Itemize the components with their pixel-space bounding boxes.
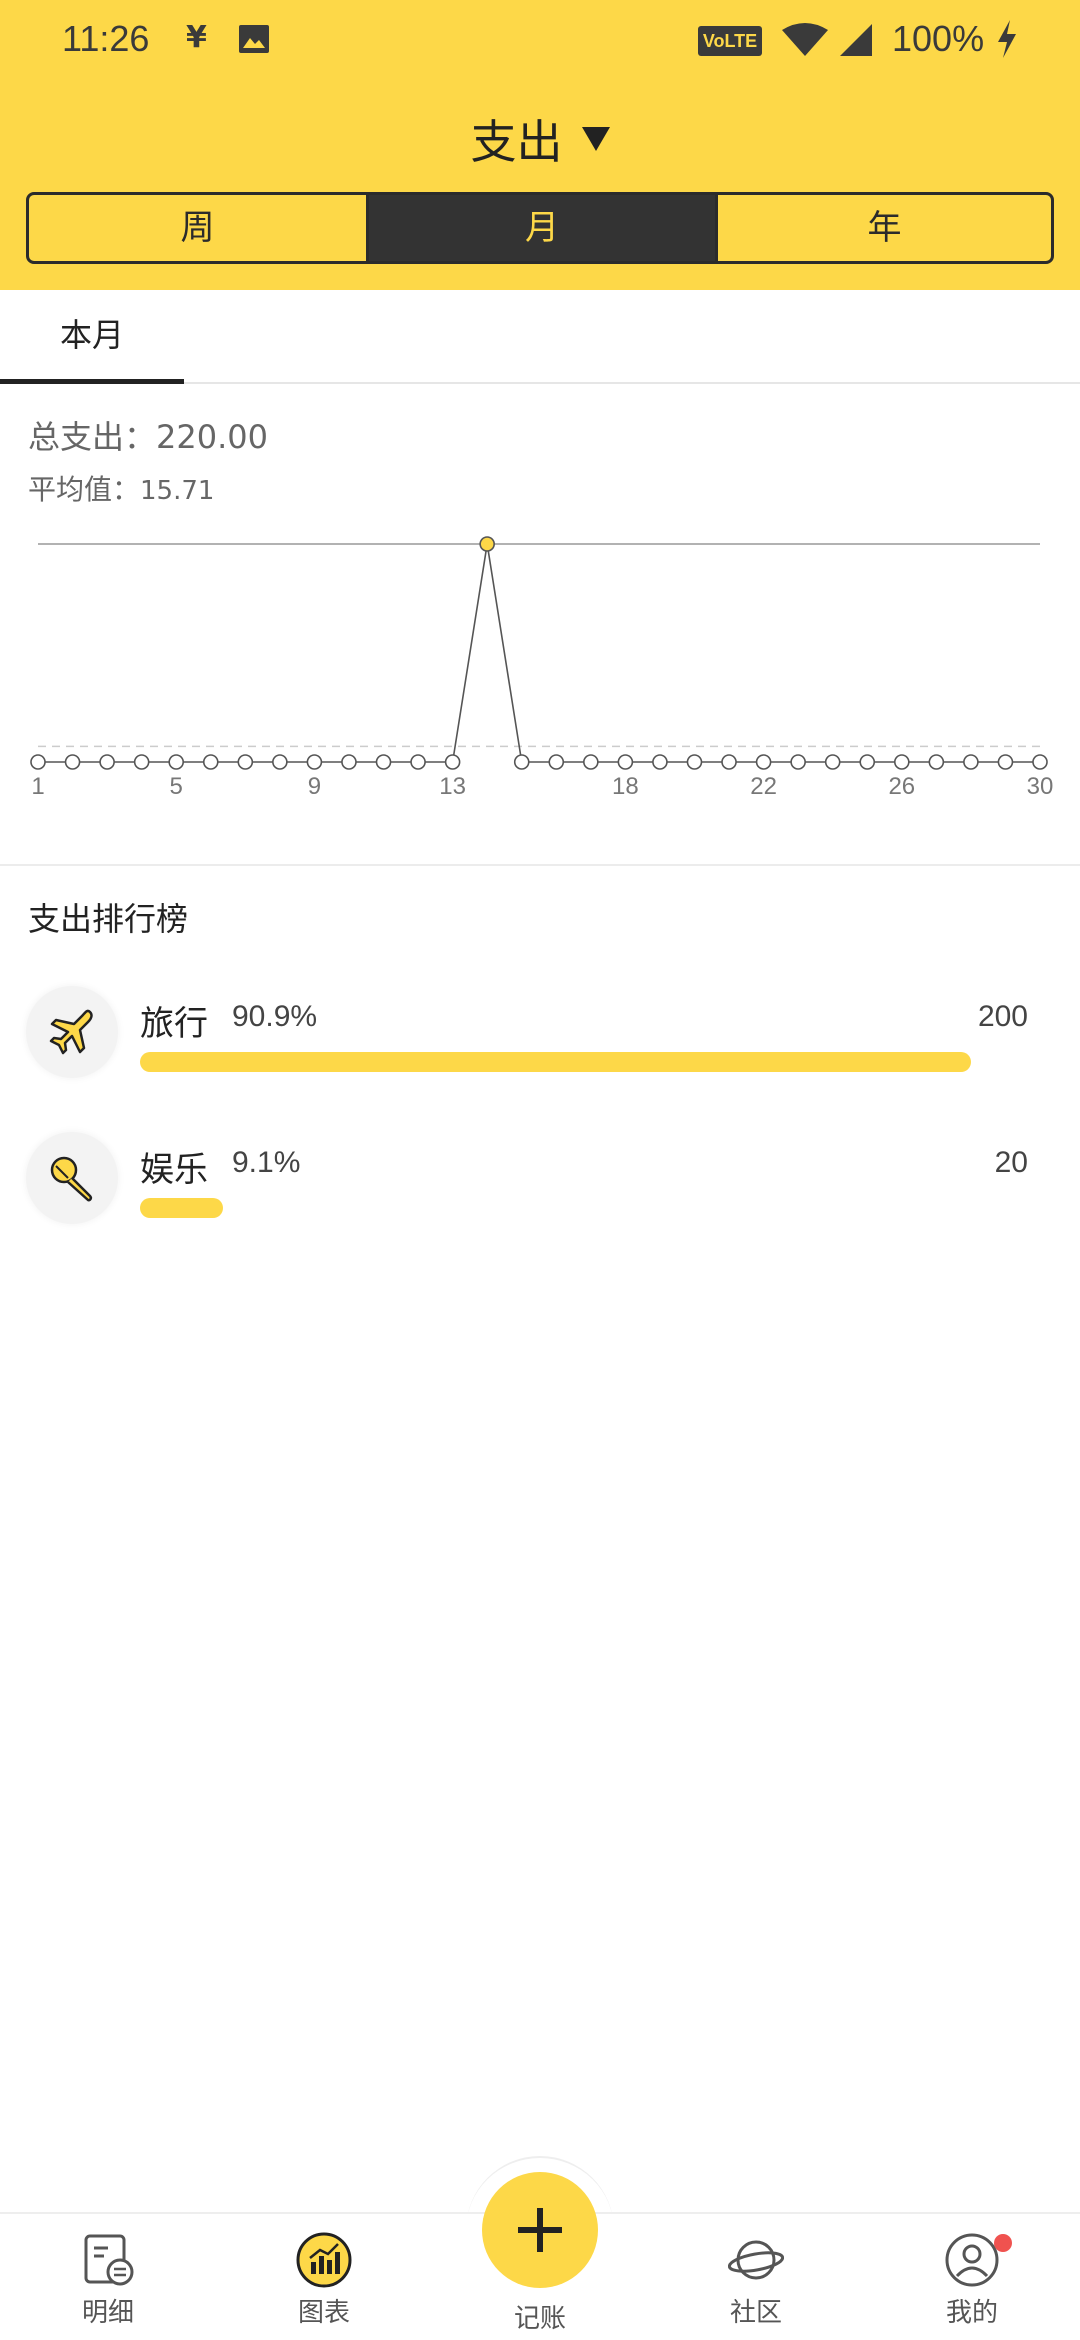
details-icon [84, 2234, 134, 2286]
add-record-label: 记账 [513, 2304, 566, 2334]
data-point [64, 754, 81, 770]
data-point [548, 754, 565, 770]
nav-community[interactable]: 社区 [696, 2232, 816, 2340]
period-tabs: 本月 [0, 290, 1080, 384]
data-point [237, 754, 254, 770]
data-point [272, 754, 288, 770]
ranking-bar [140, 1052, 971, 1072]
ranking-bar-track [140, 1198, 1054, 1218]
ranking-item-percent: 90.9% [232, 1000, 318, 1033]
segment-month[interactable]: 月 [369, 195, 715, 261]
image-icon [239, 25, 269, 53]
data-point [824, 754, 841, 770]
microphone-icon [26, 1132, 118, 1224]
data-point [341, 754, 357, 770]
segment-year[interactable]: 年 [715, 195, 1051, 261]
data-point [168, 754, 185, 770]
data-point [686, 754, 703, 770]
data-point [859, 754, 876, 770]
ranking-bar [140, 1198, 224, 1218]
planet-icon [728, 2240, 784, 2280]
add-record-button[interactable] [482, 2172, 598, 2288]
ranking-item-percent: 9.1% [232, 1146, 301, 1179]
nav-charts[interactable]: 图表 [264, 2232, 384, 2340]
airplane-icon [26, 986, 118, 1078]
ranking-item-travel[interactable]: 旅行 90.9% 200 [0, 986, 1080, 1106]
yen-icon: ¥ [186, 20, 207, 55]
data-point [513, 754, 530, 770]
x-tick-label: 13 [439, 773, 466, 800]
caret-down-icon[interactable] [581, 127, 610, 151]
charging-icon [998, 20, 1016, 58]
profile-icon [945, 2233, 999, 2287]
data-point [133, 754, 150, 770]
data-point [444, 754, 461, 770]
segment-week[interactable]: 周 [29, 195, 369, 261]
signal-icon [840, 24, 872, 56]
notification-dot [994, 2234, 1012, 2252]
ranking-item-entertainment[interactable]: 娱乐 9.1% 20 [0, 1132, 1080, 1252]
data-point [30, 754, 46, 770]
nav-details-label: 明细 [81, 2298, 134, 2328]
data-point [306, 754, 323, 770]
data-point [755, 754, 772, 770]
data-point [583, 754, 599, 770]
type-selector[interactable]: 支出 [0, 106, 1080, 169]
ranking-item-name: 旅行 [140, 1004, 208, 1044]
nav-mine[interactable]: 我的 [912, 2232, 1032, 2340]
wifi-icon [782, 23, 828, 56]
data-point [99, 754, 115, 770]
data-point [997, 754, 1014, 770]
total-expense: 总支出：220.00 [28, 418, 268, 456]
x-tick-label: 18 [612, 773, 639, 800]
nav-details[interactable]: 明细 [48, 2232, 168, 2340]
x-tick-label: 26 [888, 773, 915, 800]
data-point [617, 754, 634, 770]
ranking-item-value: 200 [977, 1000, 1028, 1033]
page-title[interactable]: 支出 [470, 106, 562, 172]
average-label: 平均值： [28, 473, 141, 506]
x-tick-label: 22 [750, 773, 777, 800]
data-point [963, 754, 979, 770]
data-point [893, 754, 910, 770]
nav-charts-label: 图表 [297, 2298, 350, 2328]
series-line [38, 543, 1040, 763]
data-point [652, 754, 668, 770]
ranking-item-name: 娱乐 [140, 1150, 208, 1190]
daily-expense-chart: 1 5 9 13 18 22 26 30 [30, 536, 1054, 800]
nav-mine-label: 我的 [945, 2298, 998, 2328]
x-tick-label: 9 [308, 773, 321, 800]
volte-icon: VoLTE [698, 26, 762, 56]
divider [0, 864, 1080, 866]
data-point [479, 536, 495, 552]
data-point [375, 754, 392, 770]
data-point [928, 754, 945, 770]
data-point [202, 754, 219, 770]
battery-percent: 100% [892, 18, 985, 59]
x-tick-label: 1 [31, 773, 44, 800]
x-tick-label: 30 [1027, 773, 1054, 800]
status-time: 11:26 [62, 18, 150, 59]
tab-this-month[interactable]: 本月 [0, 290, 184, 384]
data-point [1032, 754, 1048, 770]
tab-underline [0, 379, 184, 384]
data-point [790, 754, 806, 770]
period-segmented-control: 周 月 年 [26, 192, 1054, 264]
nav-community-label: 社区 [729, 2298, 782, 2328]
average-number: 15.71 [140, 476, 215, 506]
data-point [721, 754, 737, 770]
status-bar: 11:26 ¥ VoLTE 100% [0, 0, 1080, 80]
ranking-item-value: 20 [994, 1146, 1028, 1179]
chart-icon [296, 2232, 352, 2288]
ranking-bar-track [140, 1052, 1054, 1072]
data-point [410, 754, 426, 770]
ranking-title: 支出排行榜 [28, 900, 189, 938]
average-value: 平均值：15.71 [28, 468, 214, 508]
x-tick-label: 5 [170, 773, 183, 800]
header: 11:26 ¥ VoLTE 100% 支出 周 月 年 [0, 0, 1080, 290]
